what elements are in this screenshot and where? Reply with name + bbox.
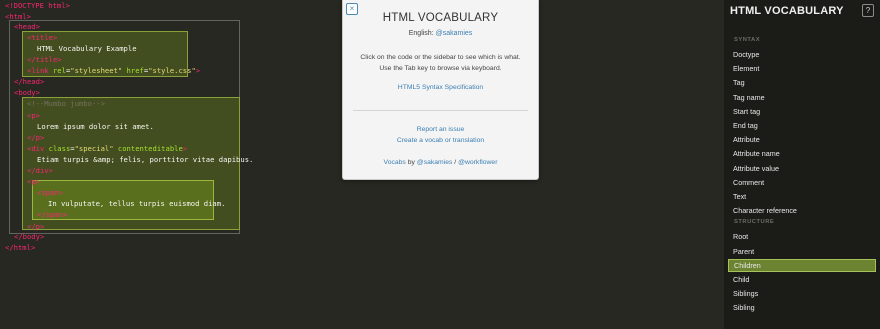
code-line[interactable]: HTML Vocabulary Example (37, 43, 137, 54)
code-token[interactable]: rel (53, 66, 66, 75)
sidebar-item-start-tag[interactable]: Start tag (728, 105, 876, 118)
sidebar-item-attribute[interactable]: Attribute (728, 133, 876, 146)
code-line[interactable]: <!DOCTYPE html> (5, 0, 70, 11)
sidebar-item-tag[interactable]: Tag (728, 76, 876, 89)
code-token[interactable]: </p> (27, 222, 44, 231)
code-token[interactable]: <!DOCTYPE html> (5, 1, 70, 10)
code-token[interactable]: </html> (5, 243, 35, 252)
code-line[interactable]: <div class="special" contenteditable> (27, 143, 187, 154)
code-token[interactable]: Etiam turpis &amp; felis, porttitor vita… (37, 155, 253, 164)
code-line[interactable]: In vulputate, tellus turpis euismod diam… (48, 198, 225, 209)
sidebar-item-attribute-value[interactable]: Attribute value (728, 162, 876, 175)
code-token[interactable]: </p> (27, 133, 44, 142)
code-line[interactable]: </p> (27, 132, 44, 143)
code-token[interactable]: <html> (5, 12, 31, 21)
sidebar-item-tag-name[interactable]: Tag name (728, 91, 876, 104)
code-token[interactable]: <p> (27, 177, 40, 186)
code-line[interactable]: <head> (14, 21, 40, 32)
code-line[interactable]: <link rel="stylesheet" href="style.css"> (27, 65, 200, 76)
sidebar-item-child[interactable]: Child (728, 273, 876, 286)
code-token[interactable]: <link (27, 66, 53, 75)
dialog-title: HTML VOCABULARY (382, 12, 499, 24)
language-author-link[interactable]: @sakamies (436, 30, 473, 37)
code-line[interactable]: <body> (14, 87, 40, 98)
code-token[interactable]: <body> (14, 88, 40, 97)
code-line[interactable]: </title> (27, 54, 62, 65)
code-token[interactable]: </span> (37, 210, 67, 219)
instructions-line-1: Click on the code or the sidebar to see … (360, 54, 521, 61)
code-token[interactable]: </div> (27, 166, 53, 175)
code-token[interactable]: class (49, 144, 71, 153)
code-line[interactable]: </body> (14, 231, 44, 242)
sidebar-item-children[interactable]: Children (728, 258, 876, 272)
code-line[interactable]: </head> (14, 76, 44, 87)
code-token[interactable]: "style.css" (148, 66, 196, 75)
code-line[interactable]: <!--Mumbo jumbo--> (27, 98, 105, 109)
code-token[interactable]: <title> (27, 33, 57, 42)
code-token[interactable]: In vulputate, tellus turpis euismod diam… (48, 199, 225, 208)
code-token[interactable]: <div (27, 144, 49, 153)
code-token[interactable]: </head> (14, 77, 44, 86)
credits-by: by (407, 159, 415, 166)
code-token[interactable]: </title> (27, 55, 62, 64)
sidebar-item-root[interactable]: Root (728, 230, 876, 243)
vocabs-link[interactable]: Vocabs (384, 159, 406, 166)
code-line[interactable]: <title> (27, 32, 57, 43)
code-line[interactable]: </html> (5, 242, 35, 253)
code-token[interactable]: <p> (27, 111, 40, 120)
code-token[interactable]: "stylesheet" (70, 66, 122, 75)
credits-author2-link[interactable]: @workflower (458, 159, 497, 166)
code-line[interactable]: <span> (37, 187, 63, 198)
sidebar-section-heading: STRUCTURE (734, 219, 775, 226)
instructions-line-2: Use the Tab key to browse via keyboard. (379, 65, 502, 72)
sidebar-item-element[interactable]: Element (728, 62, 876, 75)
sidebar-item-sibling[interactable]: Sibling (728, 301, 876, 314)
code-token[interactable]: contenteditable (118, 144, 183, 153)
code-token[interactable]: <head> (14, 22, 40, 31)
about-dialog: × HTML VOCABULARY English: @sakamies Cli… (342, 0, 539, 180)
sidebar: HTML VOCABULARY ? SYNTAX Doctype Element Ta… (724, 0, 880, 329)
help-button[interactable]: ? (862, 4, 874, 17)
divider (353, 110, 528, 111)
sidebar-item-end-tag[interactable]: End tag (728, 119, 876, 132)
sidebar-item-doctype[interactable]: Doctype (728, 48, 876, 61)
code-token[interactable]: "special" (75, 144, 114, 153)
credits-separator: / (454, 159, 457, 166)
language-label: English: (408, 30, 434, 37)
sidebar-item-text[interactable]: Text (728, 190, 876, 203)
sidebar-title: HTML VOCABULARY (730, 5, 844, 17)
code-token[interactable]: Lorem ipsum dolor sit amet. (37, 122, 154, 131)
code-token[interactable]: </body> (14, 232, 44, 241)
code-line[interactable]: </span> (37, 209, 67, 220)
code-line[interactable]: Etiam turpis &amp; felis, porttitor vita… (37, 154, 253, 165)
create-vocab-link[interactable]: Create a vocab or translation (397, 137, 484, 144)
code-token[interactable]: <!--Mumbo jumbo--> (27, 99, 105, 108)
credits-line: Vocabs by @sakamies / @workflower (343, 159, 538, 166)
instructions: Click on the code or the sidebar to see … (343, 52, 538, 74)
code-line[interactable]: </div> (27, 165, 53, 176)
sidebar-item-attribute-name[interactable]: Attribute name (728, 147, 876, 160)
sidebar-item-siblings[interactable]: Siblings (728, 287, 876, 300)
code-token[interactable]: href (127, 66, 144, 75)
report-issue-link[interactable]: Report an issue (417, 126, 465, 133)
credits-author1-link[interactable]: @sakamies (417, 159, 453, 166)
sidebar-section-heading: SYNTAX (734, 37, 761, 43)
code-token[interactable]: <span> (37, 188, 63, 197)
code-line[interactable]: <p> (27, 110, 40, 121)
code-token[interactable]: > (183, 144, 187, 153)
code-token[interactable]: HTML Vocabulary Example (37, 44, 137, 53)
code-token[interactable]: > (196, 66, 200, 75)
sidebar-item-comment[interactable]: Comment (728, 176, 876, 189)
spec-link[interactable]: HTML5 Syntax Specification (398, 84, 483, 91)
sidebar-item-character-reference[interactable]: Character reference (728, 204, 876, 217)
code-line[interactable]: Lorem ipsum dolor sit amet. (37, 121, 154, 132)
sidebar-item-parent[interactable]: Parent (728, 245, 876, 258)
code-line[interactable]: <p> (27, 176, 40, 187)
language-line: English: @sakamies (343, 30, 538, 37)
